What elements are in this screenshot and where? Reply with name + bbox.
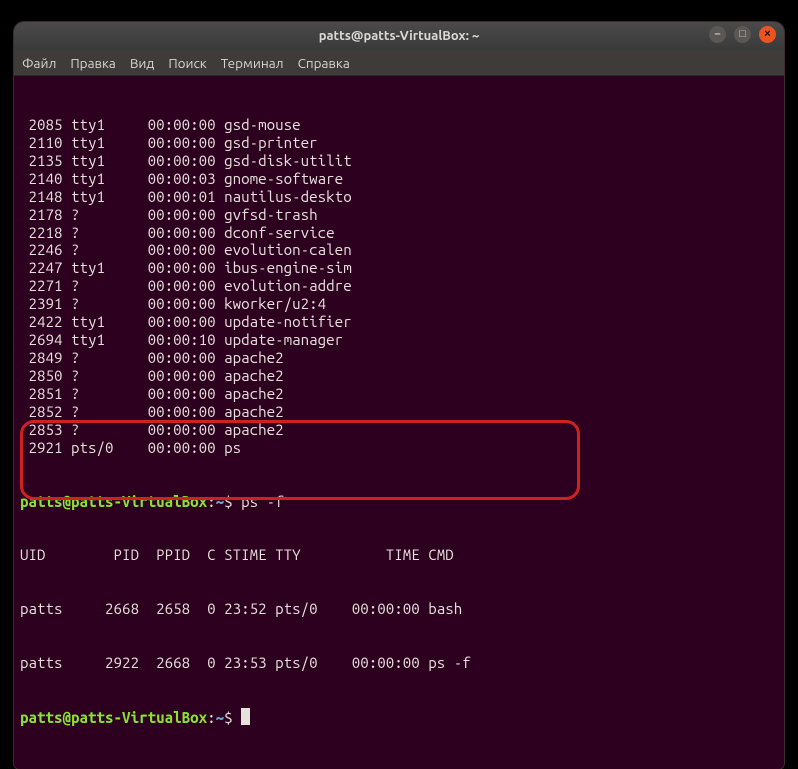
- prompt-line-1: patts@patts-VirtualBox:~$ ps -f: [20, 493, 778, 511]
- window-controls: – □ ×: [709, 26, 776, 43]
- terminal-body[interactable]: 2085 tty1 00:00:00 gsd-mouse 2110 tty1 0…: [14, 76, 784, 769]
- ps-row: 2085 tty1 00:00:00 gsd-mouse: [20, 116, 778, 134]
- ps-row: 2849 ? 00:00:00 apache2: [20, 349, 778, 367]
- ps-row: 2391 ? 00:00:00 kworker/u2:4: [20, 295, 778, 313]
- menu-edit[interactable]: Правка: [70, 55, 115, 71]
- prompt-user: patts@patts-VirtualBox: [20, 709, 207, 726]
- prompt-dollar: $: [224, 493, 241, 510]
- ps-output: 2085 tty1 00:00:00 gsd-mouse 2110 tty1 0…: [20, 116, 778, 457]
- titlebar: patts@patts-VirtualBox: ~ – □ ×: [14, 22, 784, 50]
- ps-row: 2135 tty1 00:00:00 gsd-disk-utilit: [20, 152, 778, 170]
- prompt-path: ~: [216, 709, 225, 726]
- ps-row: 2921 pts/0 00:00:00 ps: [20, 439, 778, 457]
- ps-row: 2422 tty1 00:00:00 update-notifier: [20, 313, 778, 331]
- ps-row: 2178 ? 00:00:00 gvfsd-trash: [20, 206, 778, 224]
- ps-row: 2853 ? 00:00:00 apache2: [20, 421, 778, 439]
- psf-header: UID PID PPID C STIME TTY TIME CMD: [20, 546, 778, 564]
- menu-help[interactable]: Справка: [298, 55, 350, 71]
- close-button[interactable]: ×: [759, 26, 776, 43]
- prompt-dollar: $: [224, 709, 241, 726]
- minimize-button[interactable]: –: [709, 26, 726, 43]
- typed-command: ps -f: [241, 493, 284, 510]
- prompt-colon: :: [207, 493, 216, 510]
- ps-row: 2110 tty1 00:00:00 gsd-printer: [20, 134, 778, 152]
- ps-row: 2148 tty1 00:00:01 nautilus-deskto: [20, 188, 778, 206]
- menu-view[interactable]: Вид: [130, 55, 154, 71]
- ps-row: 2694 tty1 00:00:10 update-manager: [20, 331, 778, 349]
- prompt-colon: :: [207, 709, 216, 726]
- ps-row: 2247 tty1 00:00:00 ibus-engine-sim: [20, 259, 778, 277]
- ps-row: 2852 ? 00:00:00 apache2: [20, 403, 778, 421]
- maximize-button[interactable]: □: [734, 26, 751, 43]
- menu-search[interactable]: Поиск: [168, 55, 206, 71]
- menu-terminal[interactable]: Терминал: [221, 55, 284, 71]
- prompt-line-2: patts@patts-VirtualBox:~$: [20, 708, 778, 727]
- ps-row: 2271 ? 00:00:00 evolution-addre: [20, 277, 778, 295]
- psf-row: patts 2922 2668 0 23:53 pts/0 00:00:00 p…: [20, 654, 778, 672]
- prompt-user: patts@patts-VirtualBox: [20, 493, 207, 510]
- menubar: Файл Правка Вид Поиск Терминал Справка: [14, 50, 784, 76]
- ps-row: 2140 tty1 00:00:03 gnome-software: [20, 170, 778, 188]
- ps-row: 2246 ? 00:00:00 evolution-calen: [20, 241, 778, 259]
- prompt-path: ~: [216, 493, 225, 510]
- cursor-icon: [241, 708, 250, 725]
- psf-row: patts 2668 2658 0 23:52 pts/0 00:00:00 b…: [20, 600, 778, 618]
- ps-row: 2218 ? 00:00:00 dconf-service: [20, 224, 778, 242]
- menu-file[interactable]: Файл: [22, 55, 56, 71]
- window-title: patts@patts-VirtualBox: ~: [319, 29, 480, 43]
- ps-row: 2851 ? 00:00:00 apache2: [20, 385, 778, 403]
- terminal-window: patts@patts-VirtualBox: ~ – □ × Файл Пра…: [14, 22, 784, 769]
- ps-row: 2850 ? 00:00:00 apache2: [20, 367, 778, 385]
